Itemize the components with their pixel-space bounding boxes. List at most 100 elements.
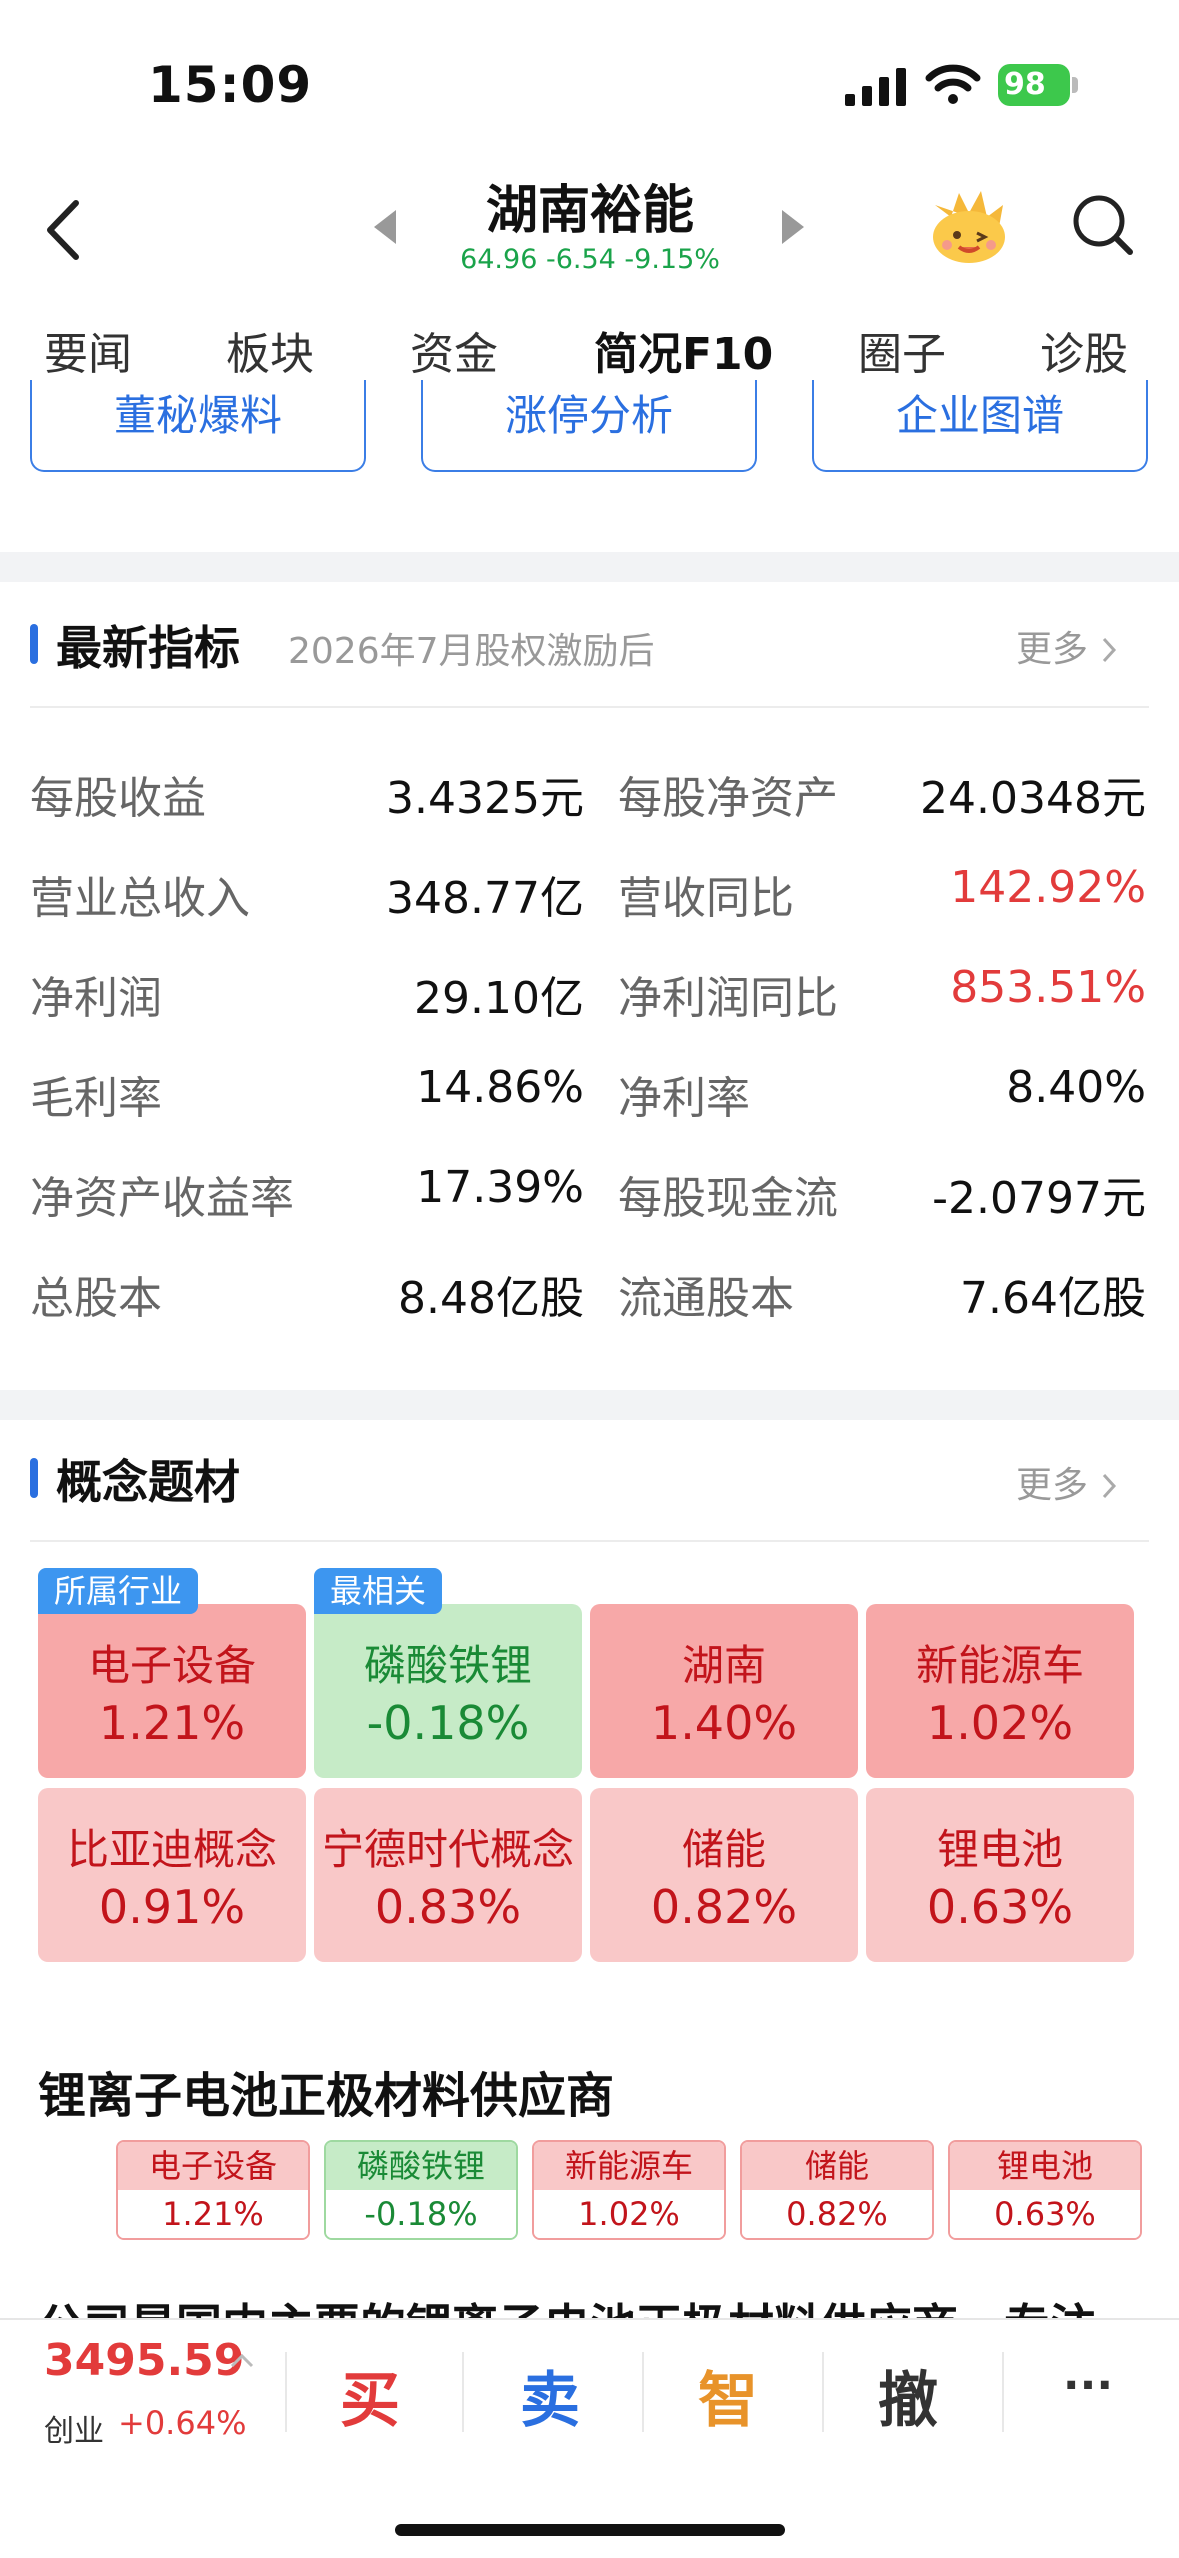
concept-tile[interactable]: 湖南 1.40% <box>590 1604 858 1778</box>
industry-tag: 所属行业 <box>38 1568 199 1614</box>
cancel-order-button[interactable]: 撤 <box>848 2352 968 2439</box>
smart-button[interactable]: 智 <box>668 2352 788 2439</box>
concept-change: 0.83% <box>374 1880 522 1934</box>
indicator-label: 净利润同比 <box>618 973 838 1024</box>
battery-icon: 98 <box>998 64 1078 106</box>
concept-change: 0.63% <box>926 1880 1074 1934</box>
chip-name: 新能源车 <box>534 2142 724 2190</box>
section-accent-bar <box>30 1458 38 1498</box>
concept-group-title: 锂离子电池正极材料供应商 <box>38 2068 615 2124</box>
indicator-label: 每股收益 <box>30 773 206 824</box>
company-graph-button[interactable]: 企业图谱 <box>812 380 1148 472</box>
chip-name: 磷酸铁锂 <box>326 2142 516 2190</box>
chip-name: 电子设备 <box>118 2142 308 2190</box>
concept-chip[interactable]: 电子设备 1.21% <box>116 2140 310 2240</box>
chip-name: 锂电池 <box>950 2142 1140 2190</box>
tab-f10[interactable]: 简况F10 <box>594 318 773 382</box>
sell-button[interactable]: 卖 <box>490 2352 610 2439</box>
more-menu-button[interactable]: ··· <box>1028 2360 1148 2411</box>
section-gap <box>0 552 1179 582</box>
indicator-value: 7.64亿股 <box>960 1273 1146 1324</box>
indicator-label: 营收同比 <box>618 873 794 924</box>
chip-change: -0.18% <box>326 2190 516 2238</box>
indicator-value: 14.86% <box>416 1062 584 1113</box>
latest-indicators-title: 最新指标 <box>56 621 240 675</box>
battery-level: 98 <box>998 64 1070 106</box>
home-indicator <box>395 2524 785 2536</box>
indicator-label: 净利率 <box>618 1073 750 1124</box>
latest-indicators-subtitle: 2026年7月股权激励后 <box>288 631 655 672</box>
chip-change: 0.82% <box>742 2190 932 2238</box>
concept-chip[interactable]: 新能源车 1.02% <box>532 2140 726 2240</box>
indicator-label: 净资产收益率 <box>30 1173 294 1224</box>
concepts-more-link[interactable]: 更多 <box>1016 1456 1119 1508</box>
concept-change: -0.18% <box>366 1696 530 1750</box>
chevron-right-icon <box>1103 637 1117 663</box>
chevron-up-icon <box>230 2353 254 2368</box>
concept-change: 1.40% <box>650 1696 798 1750</box>
section-accent-bar <box>30 624 38 664</box>
index-name: 创业 <box>44 2414 104 2449</box>
tab-circle[interactable]: 圈子 <box>858 318 946 382</box>
indicator-label: 总股本 <box>30 1273 162 1324</box>
most-related-tag: 最相关 <box>314 1568 443 1614</box>
mascot-icon[interactable] <box>925 185 1013 265</box>
indicator-value: 8.48亿股 <box>398 1273 584 1324</box>
limit-up-analysis-button[interactable]: 涨停分析 <box>421 380 757 472</box>
indicator-value: 142.92% <box>950 862 1146 913</box>
concept-name: 磷酸铁锂 <box>363 1641 532 1690</box>
latest-indicators-more-link[interactable]: 更多 <box>1016 620 1119 672</box>
indicator-value: 24.0348元 <box>920 773 1146 824</box>
chip-name: 储能 <box>742 2142 932 2190</box>
indicator-label: 营业总收入 <box>30 873 250 924</box>
stock-name: 湖南裕能 <box>485 181 694 241</box>
chip-change: 0.63% <box>950 2190 1140 2238</box>
cellular-signal-icon <box>845 68 906 106</box>
concept-name: 电子设备 <box>87 1641 256 1690</box>
indicator-label: 流通股本 <box>618 1273 794 1324</box>
concept-tile[interactable]: 磷酸铁锂 -0.18% <box>314 1604 582 1778</box>
concept-change: 1.21% <box>98 1696 246 1750</box>
tab-news[interactable]: 要闻 <box>44 318 132 382</box>
indicator-value: 3.4325元 <box>386 773 584 824</box>
concept-tile[interactable]: 比亚迪概念 0.91% <box>38 1788 306 1962</box>
buy-button[interactable]: 买 <box>310 2352 430 2439</box>
secretary-tips-button[interactable]: 董秘爆料 <box>30 380 366 472</box>
tab-funds[interactable]: 资金 <box>410 318 498 382</box>
chevron-right-icon <box>1103 1473 1117 1499</box>
tab-bar: 要闻 板块 资金 简况F10 圈子 诊股 <box>0 318 1179 388</box>
indicator-value: 29.10亿 <box>414 973 584 1024</box>
status-time: 15:09 <box>148 56 313 114</box>
concept-chip[interactable]: 锂电池 0.63% <box>948 2140 1142 2240</box>
concept-tile[interactable]: 储能 0.82% <box>590 1788 858 1962</box>
concept-tile[interactable]: 宁德时代概念 0.83% <box>314 1788 582 1962</box>
divider <box>642 2352 644 2432</box>
indicator-label: 每股净资产 <box>618 773 838 824</box>
concept-name: 比亚迪概念 <box>66 1825 277 1874</box>
index-value[interactable]: 3495.59 <box>44 2335 244 2386</box>
concept-chip[interactable]: 储能 0.82% <box>740 2140 934 2240</box>
search-icon[interactable] <box>1070 192 1136 258</box>
divider <box>285 2352 287 2432</box>
concept-tile[interactable]: 锂电池 0.63% <box>866 1788 1134 1962</box>
divider <box>822 2352 824 2432</box>
tab-diagnosis[interactable]: 诊股 <box>1040 318 1128 382</box>
divider <box>1002 2352 1004 2432</box>
concept-tile[interactable]: 电子设备 1.21% <box>38 1604 306 1778</box>
chip-change: 1.02% <box>534 2190 724 2238</box>
next-stock-icon[interactable] <box>778 208 808 246</box>
concept-name: 宁德时代概念 <box>321 1825 574 1874</box>
indicator-value: 8.40% <box>1006 1062 1146 1113</box>
concept-name: 储能 <box>681 1825 766 1874</box>
concept-name: 新能源车 <box>915 1641 1084 1690</box>
tab-sector[interactable]: 板块 <box>226 318 314 382</box>
concept-chip[interactable]: 磷酸铁锂 -0.18% <box>324 2140 518 2240</box>
indicator-value: 853.51% <box>950 962 1146 1013</box>
concept-tile[interactable]: 新能源车 1.02% <box>866 1604 1134 1778</box>
indicator-label: 每股现金流 <box>618 1173 838 1224</box>
concept-change: 0.91% <box>98 1880 246 1934</box>
concept-name: 湖南 <box>681 1641 766 1690</box>
divider <box>462 2352 464 2432</box>
divider <box>30 1540 1149 1542</box>
back-arrow-icon[interactable] <box>40 195 90 265</box>
